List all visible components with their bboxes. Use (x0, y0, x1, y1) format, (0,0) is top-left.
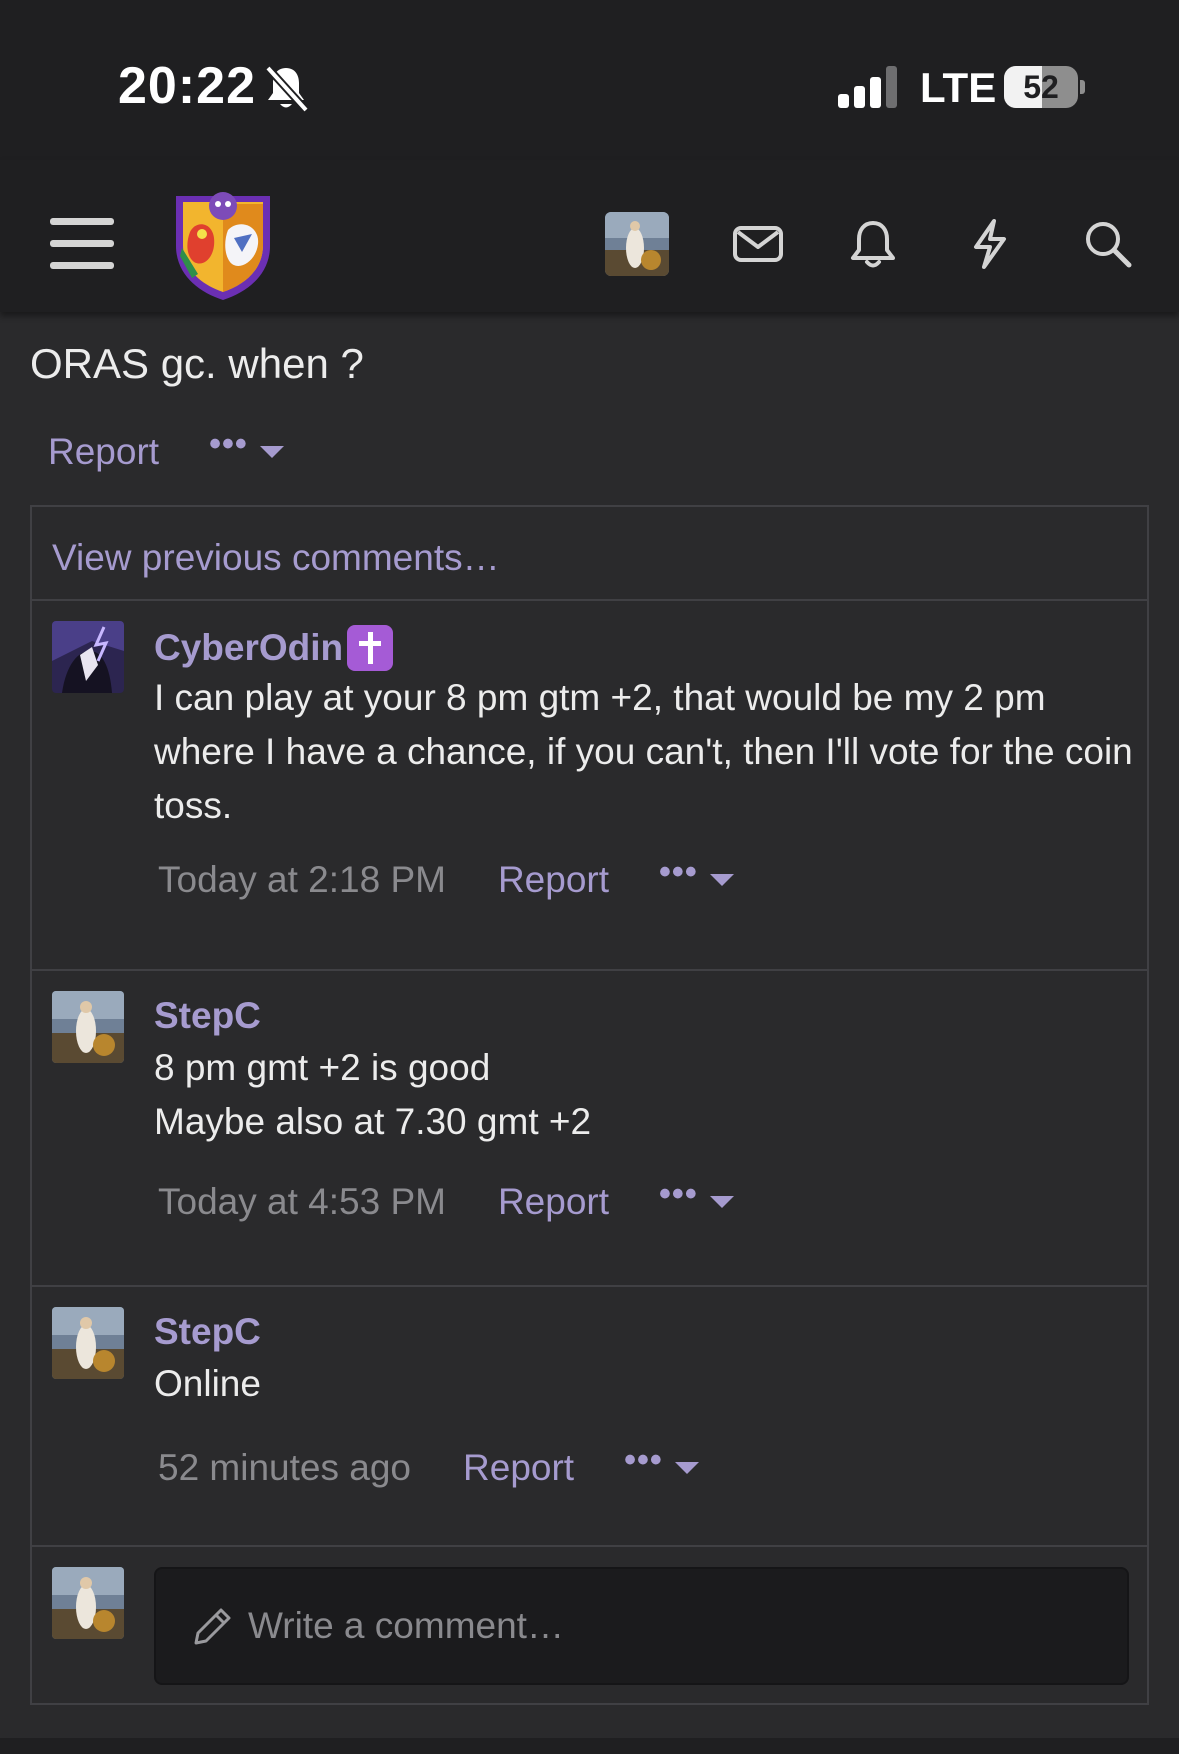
bolt-icon[interactable] (964, 218, 1016, 270)
status-bar: 20:22 LTE 52 (0, 0, 1179, 160)
comment-body: 8 pm gmt +2 is good Maybe also at 7.30 g… (154, 1041, 1134, 1149)
comment-item: StepC 8 pm gmt +2 is good Maybe also at … (32, 971, 1147, 1285)
comment-meta: Today at 4:53 PM Report ••• (158, 1177, 734, 1223)
more-menu-button[interactable]: ••• (624, 1443, 699, 1485)
comments-panel: View previous comments… CyberOdin I can … (30, 505, 1149, 1705)
report-link[interactable]: Report (498, 859, 609, 901)
report-link[interactable]: Report (463, 1447, 574, 1489)
report-link[interactable]: Report (48, 431, 159, 473)
comment-body: I can play at your 8 pm gtm +2, that wou… (154, 677, 1133, 826)
mail-icon[interactable] (732, 218, 784, 270)
avatar[interactable] (52, 991, 124, 1063)
divider (32, 1545, 1147, 1547)
comment-timestamp[interactable]: Today at 2:18 PM (158, 859, 446, 901)
more-menu-button[interactable]: ••• (659, 1177, 734, 1219)
status-time: 20:22 (118, 57, 256, 115)
comment-author[interactable]: StepC (154, 1311, 261, 1353)
report-link[interactable]: Report (498, 1181, 609, 1223)
avatar[interactable] (52, 1307, 124, 1379)
forum-logo[interactable] (168, 182, 278, 302)
chevron-down-icon (709, 1196, 734, 1208)
search-icon[interactable] (1082, 218, 1134, 270)
comment-author[interactable]: CyberOdin (154, 625, 394, 671)
more-dots: ••• (659, 1175, 698, 1213)
more-menu-button[interactable]: ••• (659, 855, 734, 897)
more-dots: ••• (209, 425, 248, 463)
comment-meta: 52 minutes ago Report ••• (158, 1443, 699, 1489)
more-dots: ••• (659, 853, 698, 891)
chevron-down-icon (259, 446, 284, 458)
view-previous-comments-link[interactable]: View previous comments… (52, 537, 500, 579)
cross-badge-icon (347, 625, 394, 671)
more-menu-button[interactable]: ••• (209, 427, 284, 469)
write-comment-placeholder: Write a comment… (248, 1605, 564, 1646)
more-dots: ••• (624, 1441, 663, 1479)
battery-icon: 52 (1004, 66, 1085, 108)
network-type: LTE (920, 64, 997, 111)
chevron-down-icon (674, 1462, 699, 1474)
write-comment-input[interactable]: Write a comment… (154, 1567, 1129, 1685)
comment-timestamp[interactable]: 52 minutes ago (158, 1447, 411, 1489)
avatar[interactable] (52, 621, 124, 693)
comment-item: StepC Online 52 minutes ago Report ••• (32, 1287, 1147, 1545)
user-avatar[interactable] (605, 212, 669, 276)
signal-icon (838, 66, 897, 108)
comment-timestamp[interactable]: Today at 4:53 PM (158, 1181, 446, 1223)
avatar (52, 1567, 124, 1639)
bottom-strip (0, 1738, 1179, 1754)
comment-line: Maybe also at 7.30 gmt +2 (154, 1101, 592, 1142)
post-text: ORAS gc. when ? (30, 340, 364, 387)
chevron-down-icon (709, 874, 734, 886)
top-navbar (0, 160, 1179, 312)
author-name: StepC (154, 995, 261, 1036)
menu-icon[interactable] (50, 218, 114, 270)
comment-author[interactable]: StepC (154, 995, 261, 1037)
comment-item: CyberOdin I can play at your 8 pm gtm +2… (32, 601, 1147, 967)
comment-body: Online (154, 1363, 261, 1404)
bell-off-icon (265, 65, 309, 113)
author-name: StepC (154, 1311, 261, 1352)
author-name: CyberOdin (154, 627, 344, 668)
comment-line: 8 pm gmt +2 is good (154, 1047, 491, 1088)
pencil-icon (194, 1608, 231, 1645)
post-actions: Report ••• (48, 427, 284, 474)
battery-percent: 52 (1023, 69, 1059, 105)
comment-meta: Today at 2:18 PM Report ••• (158, 855, 734, 901)
bell-icon[interactable] (847, 218, 899, 270)
